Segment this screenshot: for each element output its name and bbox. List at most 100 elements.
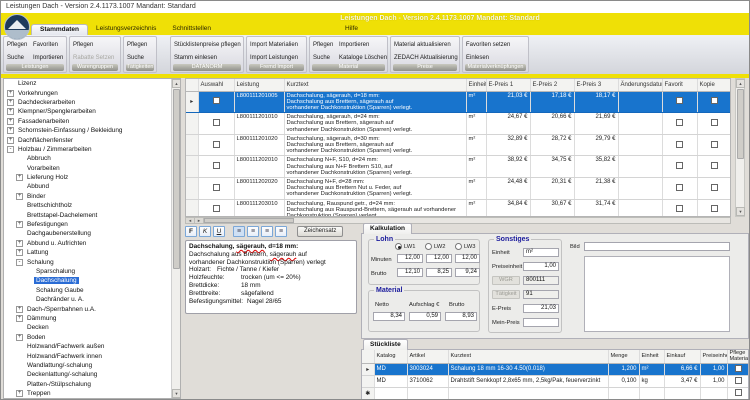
favorit-checkbox[interactable]: [676, 97, 683, 104]
ribbon-button[interactable]: Importieren: [339, 42, 369, 48]
scroll-down-icon[interactable]: ▼: [172, 389, 181, 398]
brutto-lw1-field[interactable]: 12,10: [397, 268, 423, 277]
tree-item[interactable]: -Schalung: [4, 257, 180, 266]
netto-field[interactable]: 8,34: [373, 312, 405, 321]
ribbon-button[interactable]: Suche: [313, 55, 339, 61]
ribbon-button[interactable]: Kataloge Löschen: [339, 55, 387, 61]
tree-item[interactable]: Wandlattung/-schalung: [4, 361, 180, 370]
auswahl-checkbox[interactable]: [213, 97, 220, 104]
tree-item[interactable]: Abbund: [4, 182, 180, 191]
scroll-down-icon[interactable]: ▼: [736, 207, 745, 216]
ribbon-button[interactable]: Import Materialien: [250, 42, 298, 48]
app-logo-icon[interactable]: [4, 14, 30, 40]
underline-button[interactable]: U: [213, 226, 225, 237]
minuten-lw3-field[interactable]: 12,00: [455, 254, 480, 263]
expand-icon[interactable]: +: [7, 108, 14, 115]
ribbon-button[interactable]: Favoriten: [33, 42, 58, 48]
tab-stueckliste[interactable]: Stückliste: [363, 339, 408, 350]
expand-icon[interactable]: +: [7, 137, 14, 144]
tree-item[interactable]: +Vorkehrungen: [4, 88, 180, 97]
ribbon-button[interactable]: Favoriten setzen: [466, 42, 510, 48]
align-center-button[interactable]: ≡: [247, 226, 259, 237]
radio-lw3[interactable]: [455, 243, 462, 250]
radio-lw1[interactable]: [395, 243, 402, 250]
tree-item[interactable]: +Dachdeckerarbeiten: [4, 98, 180, 107]
aufschlag-field[interactable]: 0,59: [409, 312, 441, 321]
bold-button[interactable]: F: [185, 226, 197, 237]
pflege-material-checkbox[interactable]: [735, 377, 742, 384]
tree-item[interactable]: +Lattung: [4, 248, 180, 257]
ribbon-button[interactable]: Material aktualisieren: [394, 42, 451, 48]
table-row[interactable]: L800111202010Dachschalung N+F, S10, d=24…: [186, 156, 731, 178]
expand-icon[interactable]: +: [16, 334, 23, 341]
tab-leistungsverzeichnis[interactable]: Leistungsverzeichnis: [88, 24, 164, 35]
expand-icon[interactable]: +: [16, 240, 23, 247]
scroll-up-icon[interactable]: ▲: [736, 79, 745, 88]
expand-icon[interactable]: +: [7, 118, 14, 125]
grid-scrollbar[interactable]: ▲ ▼: [735, 78, 745, 217]
tree-item[interactable]: +Dachflächenfenster: [4, 135, 180, 144]
brutto-lw3-field[interactable]: 9,24: [455, 268, 480, 277]
ribbon-button[interactable]: ZEDACH Aktualisierung: [394, 55, 458, 61]
table-row[interactable]: ▸MD3003024Schalung 18 mm 16-30 4.50(0.01…: [362, 363, 749, 375]
ribbon-button[interactable]: Pflegen: [127, 42, 147, 48]
table-row[interactable]: ▸L800111201005Dachschalung, sägerauh, d=…: [186, 91, 731, 113]
expand-icon[interactable]: +: [16, 193, 23, 200]
favorit-checkbox[interactable]: [676, 205, 683, 212]
material-brutto-field[interactable]: 8,93: [445, 312, 477, 321]
tree-item[interactable]: Lizenz: [4, 79, 180, 88]
tree-item[interactable]: Brettstapel-Dachelement: [4, 210, 180, 219]
minuten-lw1-field[interactable]: 12,00: [397, 254, 423, 263]
expand-icon[interactable]: +: [7, 99, 14, 106]
hscroll-thumb[interactable]: [204, 218, 294, 223]
ribbon-button[interactable]: Suche: [7, 55, 33, 61]
ribbon-button[interactable]: Suche: [127, 55, 144, 61]
expand-icon[interactable]: +: [16, 174, 23, 181]
ribbon-button[interactable]: Einlesen: [466, 55, 489, 61]
align-justify-button[interactable]: ≡: [275, 226, 287, 237]
tree-item[interactable]: Holzwand/Fachwerk außen: [4, 342, 180, 351]
tree-item[interactable]: Decken: [4, 323, 180, 332]
tree-item[interactable]: Brettschichtholz: [4, 201, 180, 210]
tab-hilfe[interactable]: Hilfe: [337, 24, 366, 35]
kopie-checkbox[interactable]: [711, 162, 718, 169]
field-preiseinheit[interactable]: 1,00: [523, 262, 559, 271]
tab-schnittstellen[interactable]: Schnittstellen: [164, 24, 219, 35]
tree-item[interactable]: +Boden: [4, 333, 180, 342]
tree-item[interactable]: Abbruch: [4, 154, 180, 163]
tree-item[interactable]: Holzwand/Fachwerk innen: [4, 351, 180, 360]
field-mein-preis[interactable]: [523, 318, 559, 327]
field-einheit[interactable]: m²: [523, 248, 559, 257]
ribbon-button[interactable]: Importieren: [33, 55, 63, 61]
ribbon-button[interactable]: Rabatte Setzen: [73, 55, 114, 61]
table-row[interactable]: L800111201010Dachschalung, sägerauh, d=2…: [186, 113, 731, 135]
tree-item[interactable]: +Dach-/Sperrbahnen u.A.: [4, 304, 180, 313]
italic-button[interactable]: K: [199, 226, 211, 237]
bild-field[interactable]: [584, 242, 730, 251]
tree-item[interactable]: Platten-/Stülpschalung: [4, 380, 180, 389]
kopie-checkbox[interactable]: [711, 184, 718, 191]
ribbon-button[interactable]: Stamm einlesen: [174, 55, 217, 61]
kopie-checkbox[interactable]: [711, 119, 718, 126]
favorit-checkbox[interactable]: [676, 184, 683, 191]
tab-stammdaten[interactable]: Stammdaten: [31, 24, 88, 35]
tree-item[interactable]: Schalung Gaube: [4, 286, 180, 295]
pflege-material-checkbox[interactable]: [735, 365, 742, 372]
tree-item[interactable]: Sparschalung: [4, 267, 180, 276]
collapse-icon[interactable]: -: [16, 259, 23, 266]
tree-item[interactable]: -Holzbau / Zimmerarbeiten: [4, 145, 180, 154]
tree-item[interactable]: +Binder: [4, 192, 180, 201]
expand-icon[interactable]: +: [16, 315, 23, 322]
tree-item[interactable]: +Befestigungen: [4, 220, 180, 229]
ribbon-button[interactable]: Pflegen: [313, 42, 339, 48]
ribbon-button[interactable]: Pflegen: [73, 42, 93, 48]
tree-item[interactable]: +Klempner/Spenglerarbeiten: [4, 107, 180, 116]
expand-icon[interactable]: +: [7, 90, 14, 97]
brutto-lw2-field[interactable]: 8,25: [426, 268, 452, 277]
tree-scrollbar[interactable]: ▲ ▼: [171, 79, 180, 398]
tree-item[interactable]: Dachgaubenerstellung: [4, 229, 180, 238]
tree-item[interactable]: +Fassadenarbeiten: [4, 117, 180, 126]
tree-item[interactable]: Dachränder u. A.: [4, 295, 180, 304]
table-row[interactable]: L800111202020Dachschalung N+F, d=28 mm: …: [186, 177, 731, 199]
kopie-checkbox[interactable]: [711, 141, 718, 148]
